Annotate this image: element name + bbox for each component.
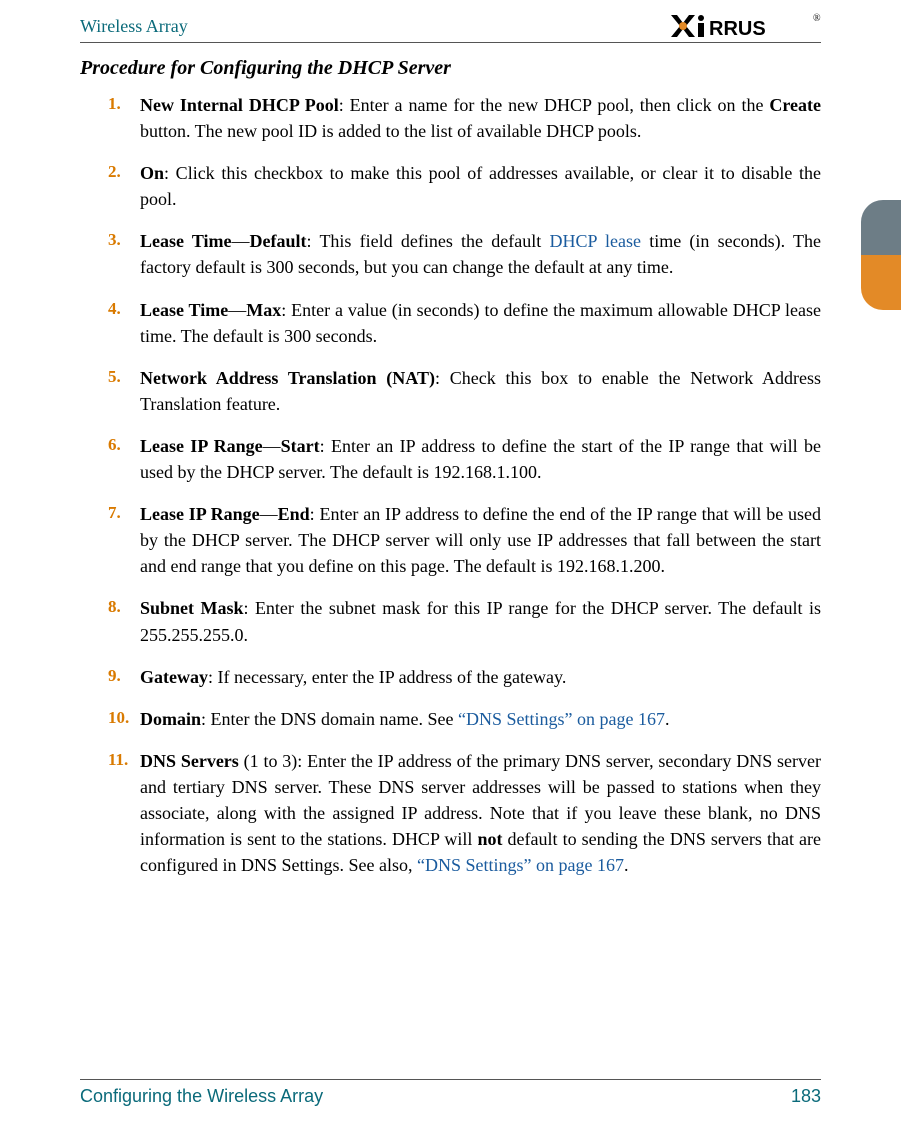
procedure-list: 1. New Internal DHCP Pool: Enter a name … [108, 92, 821, 878]
item-body: Subnet Mask: Enter the subnet mask for t… [140, 595, 821, 647]
item-body: Gateway: If necessary, enter the IP addr… [140, 664, 821, 690]
item-lead: Lease IP Range [140, 436, 263, 456]
item-number: 11. [108, 748, 140, 878]
list-item: 2. On: Click this checkbox to make this … [108, 160, 821, 212]
item-lead: Lease Time [140, 300, 228, 320]
item-number: 1. [108, 92, 140, 144]
svg-text:®: ® [813, 13, 821, 24]
item-lead: Domain [140, 709, 201, 729]
page-header: Wireless Array RRUS ® [80, 10, 821, 43]
list-item: 8. Subnet Mask: Enter the subnet mask fo… [108, 595, 821, 647]
item-text: : Enter the subnet mask for this IP rang… [140, 598, 821, 644]
item-body: Lease IP Range—Start: Enter an IP addres… [140, 433, 821, 485]
list-item: 11. DNS Servers (1 to 3): Enter the IP a… [108, 748, 821, 878]
svg-text:RRUS: RRUS [709, 18, 766, 39]
item-lead: New Internal DHCP Pool [140, 95, 339, 115]
header-title: Wireless Array [80, 16, 188, 37]
item-text: . [665, 709, 670, 729]
item-text: : This field defines the default [307, 231, 550, 251]
item-lead: Lease IP Range [140, 504, 260, 524]
item-bold: Max [246, 300, 281, 320]
item-text: button. The new pool ID is added to the … [140, 121, 641, 141]
item-body: DNS Servers (1 to 3): Enter the IP addre… [140, 748, 821, 878]
list-item: 3. Lease Time—Default: This field define… [108, 228, 821, 280]
item-number: 5. [108, 365, 140, 417]
list-item: 10. Domain: Enter the DNS domain name. S… [108, 706, 821, 732]
brand-logo: RRUS ® [671, 13, 821, 39]
page-number: 183 [791, 1086, 821, 1107]
page: Wireless Array RRUS ® Procedure for Conf… [0, 0, 901, 1137]
item-text: . [624, 855, 629, 875]
item-text: : Click this checkbox to make this pool … [140, 163, 821, 209]
item-number: 10. [108, 706, 140, 732]
item-lead: Lease Time [140, 231, 232, 251]
item-lead: Gateway [140, 667, 208, 687]
list-item: 9. Gateway: If necessary, enter the IP a… [108, 664, 821, 690]
item-number: 9. [108, 664, 140, 690]
footer-section-title: Configuring the Wireless Array [80, 1086, 323, 1107]
list-item: 4. Lease Time—Max: Enter a value (in sec… [108, 297, 821, 349]
item-text: : If necessary, enter the IP address of … [208, 667, 566, 687]
dns-settings-link[interactable]: “DNS Settings” on page 167 [417, 855, 624, 875]
item-body: New Internal DHCP Pool: Enter a name for… [140, 92, 821, 144]
item-text: : Enter the DNS domain name. See [201, 709, 458, 729]
item-dash: — [232, 231, 250, 251]
item-lead: DNS Servers [140, 751, 239, 771]
item-body: Network Address Translation (NAT): Check… [140, 365, 821, 417]
item-body: On: Click this checkbox to make this poo… [140, 160, 821, 212]
item-number: 6. [108, 433, 140, 485]
item-body: Lease Time—Default: This field defines t… [140, 228, 821, 280]
item-number: 7. [108, 501, 140, 579]
item-dash: — [260, 504, 278, 524]
section-tab-icon [861, 200, 901, 310]
item-bold: Start [281, 436, 320, 456]
item-dash: — [263, 436, 281, 456]
item-number: 3. [108, 228, 140, 280]
item-dash: — [228, 300, 246, 320]
item-bold: Create [769, 95, 821, 115]
item-lead: Subnet Mask [140, 598, 243, 618]
item-body: Lease Time—Max: Enter a value (in second… [140, 297, 821, 349]
page-footer: Configuring the Wireless Array 183 [80, 1079, 821, 1107]
section-heading: Procedure for Configuring the DHCP Serve… [80, 57, 821, 80]
xirrus-logo-icon: RRUS ® [671, 13, 821, 39]
item-bold: End [278, 504, 310, 524]
item-bold: Default [250, 231, 307, 251]
item-lead: Network Address Translation (NAT) [140, 368, 435, 388]
item-number: 4. [108, 297, 140, 349]
item-body: Lease IP Range—End: Enter an IP address … [140, 501, 821, 579]
item-text: : Enter a name for the new DHCP pool, th… [339, 95, 770, 115]
dhcp-lease-link[interactable]: DHCP lease [549, 231, 641, 251]
item-body: Domain: Enter the DNS domain name. See “… [140, 706, 821, 732]
list-item: 5. Network Address Translation (NAT): Ch… [108, 365, 821, 417]
item-bold: not [477, 829, 502, 849]
dns-settings-link[interactable]: “DNS Settings” on page 167 [458, 709, 665, 729]
item-number: 2. [108, 160, 140, 212]
list-item: 6. Lease IP Range—Start: Enter an IP add… [108, 433, 821, 485]
list-item: 7. Lease IP Range—End: Enter an IP addre… [108, 501, 821, 579]
item-number: 8. [108, 595, 140, 647]
list-item: 1. New Internal DHCP Pool: Enter a name … [108, 92, 821, 144]
item-lead: On [140, 163, 164, 183]
